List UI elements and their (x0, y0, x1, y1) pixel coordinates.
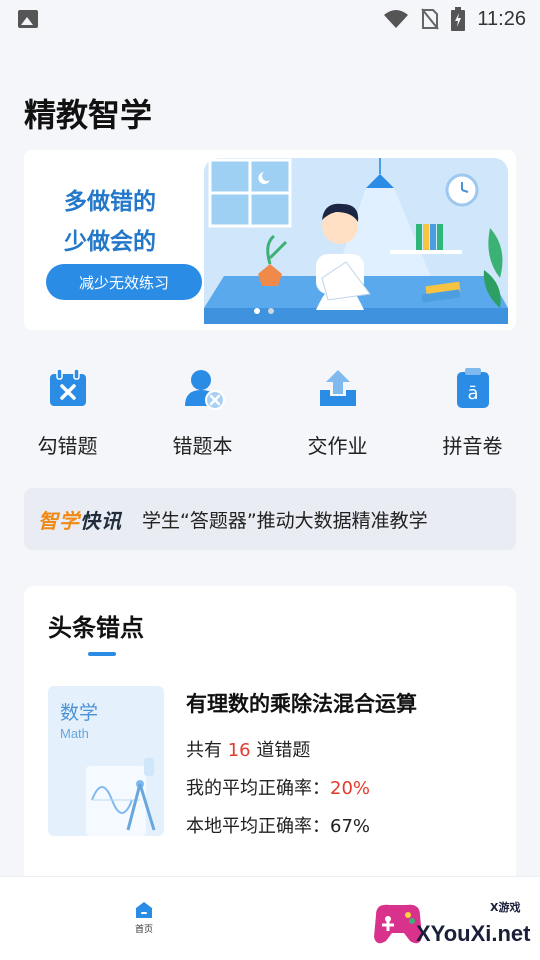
pagination-dot (254, 308, 260, 314)
action-label: 错题本 (172, 434, 233, 458)
wifi-icon (384, 10, 409, 28)
status-bar: 11:26 (0, 0, 540, 38)
banner-illustration (204, 158, 508, 324)
wrong-book-icon (184, 370, 225, 410)
math-compass-icon (86, 758, 156, 836)
news-tag-part-1: 智学 (38, 508, 80, 533)
title-underline (88, 652, 116, 656)
bottom-navigation: 首页 X游戏 XYouXi.net (0, 876, 540, 960)
app-title: 精教智学 (24, 96, 153, 134)
my-accuracy-value: 20% (330, 778, 371, 799)
no-sim-icon (421, 8, 440, 30)
my-accuracy-line: 我的平均正确率：20% (186, 774, 370, 800)
local-accuracy-value: 67% (330, 816, 371, 837)
banner-pagination (254, 308, 274, 314)
wrong-count-prefix: 共有 (186, 740, 228, 761)
upload-homework-icon (319, 370, 356, 406)
action-pinyin-paper[interactable]: ā 拼音卷 (405, 366, 540, 466)
action-check-wrong[interactable]: 勾错题 (0, 366, 135, 466)
local-accuracy-label: 本地平均正确率： (186, 816, 330, 837)
wrong-count-line: 共有 16 道错题 (186, 736, 310, 762)
promo-banner[interactable]: 多做错的 少做会的 减少无效练习 (24, 150, 516, 330)
wrong-count: 16 (227, 740, 251, 761)
pagination-dot (268, 308, 274, 314)
watermark-small-text: X游戏 (490, 901, 521, 914)
action-wrong-book[interactable]: 错题本 (135, 366, 270, 466)
top-errors-title: 头条错点 (48, 614, 144, 642)
subject-label-en: Math (60, 726, 89, 741)
status-time: 11:26 (477, 7, 526, 30)
nav-home[interactable]: 首页 (126, 901, 162, 935)
site-watermark: X游戏 XYouXi.net (368, 891, 536, 957)
reduce-practice-button[interactable]: 减少无效练习 (46, 264, 202, 300)
wrong-count-suffix: 道错题 (250, 740, 311, 761)
image-notification-icon (18, 10, 38, 28)
subject-label: 数学 (60, 702, 99, 724)
quick-actions: 勾错题 错题本 交作业 ā 拼音卷 (0, 366, 540, 466)
svg-text:ā: ā (467, 383, 478, 404)
nav-home-label: 首页 (134, 925, 153, 935)
news-ticker[interactable]: 智学快讯 学生“答题器”推动大数据精准教学 (24, 488, 516, 550)
action-submit-homework[interactable]: 交作业 (270, 366, 405, 466)
local-accuracy-line: 本地平均正确率：67% (186, 812, 370, 838)
banner-line-1: 多做错的 (64, 189, 156, 215)
home-icon (136, 902, 152, 918)
check-wrong-icon (49, 368, 86, 406)
topic-title[interactable]: 有理数的乘除法混合运算 (186, 688, 417, 718)
subject-thumbnail[interactable]: 数学 Math (48, 686, 164, 836)
watermark-brand: XYouXi.net (416, 921, 531, 946)
action-label: 拼音卷 (442, 434, 503, 458)
banner-line-2: 少做会的 (64, 229, 156, 255)
news-tag: 智学快讯 (38, 505, 122, 534)
news-headline[interactable]: 学生“答题器”推动大数据精准教学 (142, 506, 428, 533)
pinyin-paper-icon: ā (456, 368, 489, 408)
top-errors-card: 头条错点 数学 Math 有理数的乘除法混合运算 共有 16 道错题 我的平均正… (24, 586, 516, 886)
action-label: 交作业 (307, 434, 368, 458)
battery-charging-icon (451, 7, 466, 31)
action-label: 勾错题 (37, 434, 98, 458)
news-tag-part-2: 快讯 (80, 508, 122, 533)
my-accuracy-label: 我的平均正确率： (186, 778, 330, 799)
